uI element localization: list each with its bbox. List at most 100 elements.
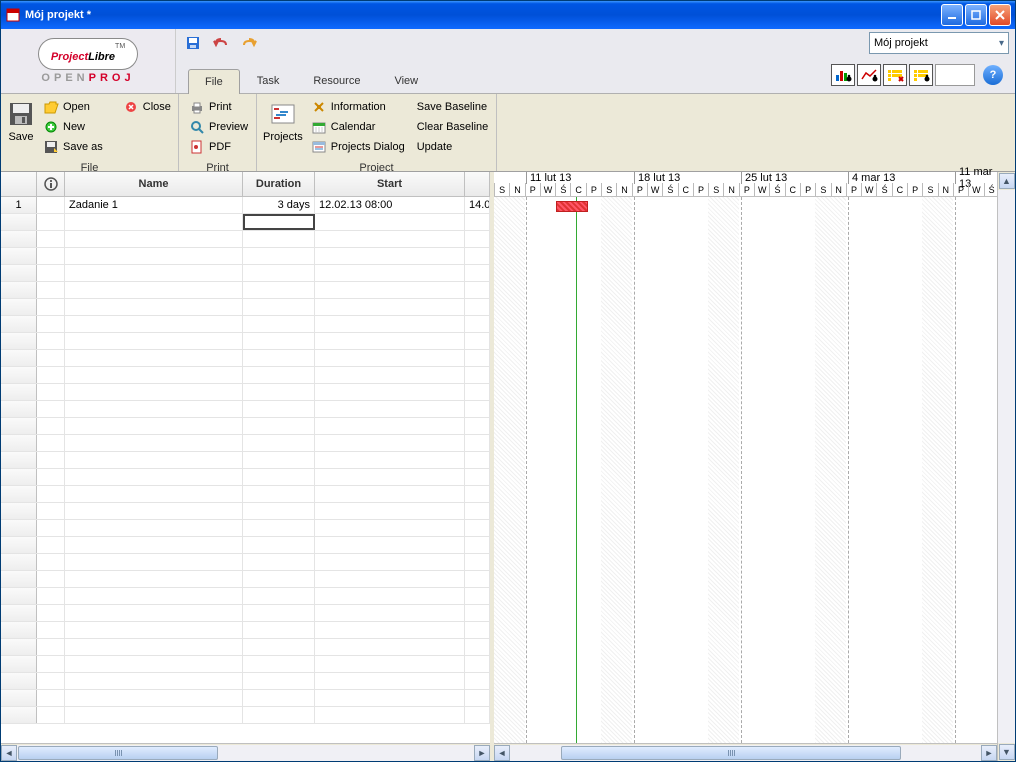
cell-start[interactable] [315, 316, 465, 332]
cell-end[interactable] [465, 452, 490, 468]
cell-info[interactable] [37, 214, 65, 230]
open-button[interactable]: Open [39, 98, 107, 116]
cell-info[interactable] [37, 367, 65, 383]
cell-end[interactable] [465, 333, 490, 349]
cell-info[interactable] [37, 401, 65, 417]
cell-name[interactable] [65, 571, 243, 587]
cell-end[interactable] [465, 214, 490, 230]
cell-name[interactable] [65, 367, 243, 383]
row-number[interactable] [1, 707, 37, 723]
cell-duration[interactable] [243, 333, 315, 349]
cell-duration[interactable] [243, 673, 315, 689]
cell-duration[interactable] [243, 299, 315, 315]
table-row[interactable] [1, 537, 490, 554]
cell-info[interactable] [37, 605, 65, 621]
row-number[interactable] [1, 401, 37, 417]
cell-name[interactable] [65, 486, 243, 502]
table-row[interactable] [1, 333, 490, 350]
cell-start[interactable] [315, 588, 465, 604]
cell-info[interactable] [37, 248, 65, 264]
cell-name[interactable] [65, 554, 243, 570]
table-row[interactable] [1, 690, 490, 707]
row-number[interactable] [1, 520, 37, 536]
row-number[interactable] [1, 639, 37, 655]
cell-duration[interactable] [243, 350, 315, 366]
row-number[interactable] [1, 367, 37, 383]
timeline-header[interactable]: 11 lut 1318 lut 1325 lut 134 mar 1311 ma… [494, 172, 997, 197]
scroll-right-icon[interactable]: ► [981, 745, 997, 761]
cell-end[interactable] [465, 690, 490, 706]
cell-start[interactable] [315, 554, 465, 570]
row-number[interactable] [1, 673, 37, 689]
cell-duration[interactable] [243, 639, 315, 655]
cell-end[interactable] [465, 418, 490, 434]
cell-name[interactable] [65, 452, 243, 468]
calendar-button[interactable]: Calendar [307, 118, 409, 136]
cell-end[interactable] [465, 639, 490, 655]
cell-name[interactable] [65, 282, 243, 298]
table-row[interactable] [1, 622, 490, 639]
save-baseline-button[interactable]: Save Baseline [413, 98, 493, 116]
cell-end[interactable] [465, 486, 490, 502]
cell-info[interactable] [37, 486, 65, 502]
row-number[interactable] [1, 503, 37, 519]
cell-end[interactable] [465, 350, 490, 366]
cell-start[interactable] [315, 384, 465, 400]
cell-start[interactable] [315, 401, 465, 417]
cell-name[interactable] [65, 707, 243, 723]
cell-info[interactable] [37, 452, 65, 468]
cell-end[interactable] [465, 282, 490, 298]
cell-duration[interactable] [243, 622, 315, 638]
scroll-left-icon[interactable]: ◄ [1, 745, 17, 761]
cell-info[interactable] [37, 265, 65, 281]
row-number[interactable] [1, 588, 37, 604]
cell-end[interactable] [465, 656, 490, 672]
tab-resource[interactable]: Resource [296, 68, 377, 93]
cell-start[interactable] [315, 231, 465, 247]
cell-start[interactable] [315, 333, 465, 349]
minimize-button[interactable] [941, 4, 963, 26]
cell-info[interactable] [37, 469, 65, 485]
cell-duration[interactable] [243, 435, 315, 451]
table-row[interactable] [1, 418, 490, 435]
cell-name[interactable] [65, 639, 243, 655]
cell-name[interactable] [65, 316, 243, 332]
row-number[interactable] [1, 333, 37, 349]
save-button[interactable]: Save [7, 98, 35, 143]
cell-duration[interactable] [243, 520, 315, 536]
cell-duration[interactable] [243, 282, 315, 298]
cell-start[interactable] [315, 503, 465, 519]
table-row[interactable] [1, 503, 490, 520]
projects-button[interactable]: Projects [263, 98, 303, 143]
cell-end[interactable] [465, 707, 490, 723]
cell-info[interactable] [37, 673, 65, 689]
cell-duration[interactable] [243, 554, 315, 570]
scroll-thumb[interactable] [561, 746, 901, 760]
cell-duration[interactable] [243, 656, 315, 672]
row-number[interactable] [1, 622, 37, 638]
cell-start[interactable] [315, 605, 465, 621]
header-name[interactable]: Name [65, 172, 243, 196]
table-row[interactable] [1, 554, 490, 571]
cell-end[interactable] [465, 554, 490, 570]
cell-name[interactable] [65, 520, 243, 536]
cell-duration[interactable] [243, 503, 315, 519]
cell-info[interactable] [37, 622, 65, 638]
cell-name[interactable] [65, 299, 243, 315]
help-icon[interactable]: ? [983, 65, 1003, 85]
cell-info[interactable] [37, 418, 65, 434]
cell-start[interactable] [315, 248, 465, 264]
cell-start[interactable] [315, 690, 465, 706]
header-duration[interactable]: Duration [243, 172, 315, 196]
cell-info[interactable] [37, 588, 65, 604]
row-number[interactable]: 1 [1, 197, 37, 213]
table-row[interactable] [1, 469, 490, 486]
saveas-button[interactable]: Save as [39, 138, 107, 156]
cell-start[interactable] [315, 435, 465, 451]
cell-duration[interactable] [243, 248, 315, 264]
cell-name[interactable] [65, 333, 243, 349]
undo-icon[interactable] [210, 32, 232, 54]
scroll-down-icon[interactable]: ▼ [999, 744, 1015, 760]
scroll-right-icon[interactable]: ► [474, 745, 490, 761]
table-row[interactable] [1, 367, 490, 384]
